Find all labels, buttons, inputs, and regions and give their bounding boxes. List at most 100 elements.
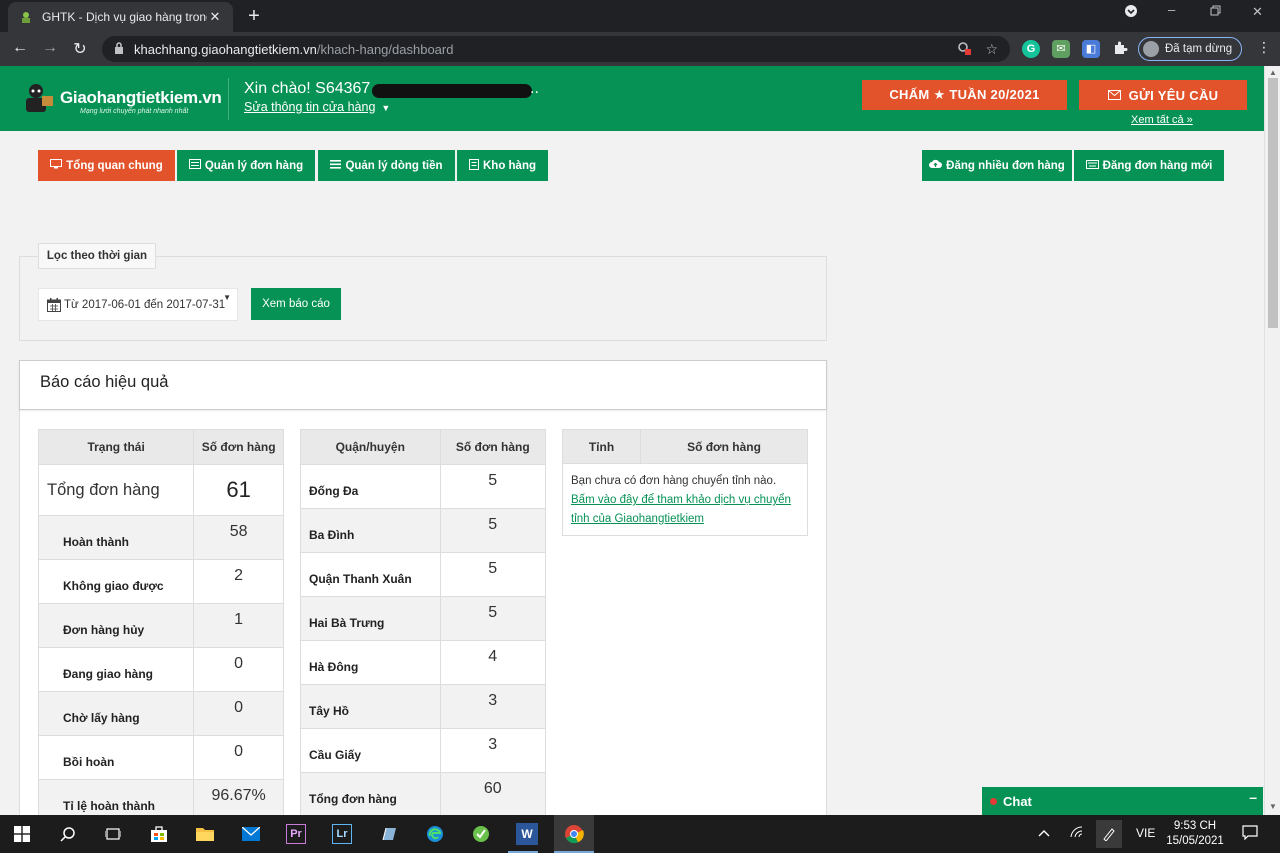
edge-browser-icon[interactable] xyxy=(424,823,446,845)
chat-minimize-icon[interactable]: – xyxy=(1249,789,1257,805)
notification-center-icon[interactable] xyxy=(1242,825,1258,843)
browser-tab[interactable]: GHTK - Dịch vụ giao hàng trong ✕ xyxy=(8,2,233,32)
url-host: khachhang.giaohangtietkiem.vn xyxy=(134,41,317,57)
district-value: 3 xyxy=(439,728,547,773)
keyboard-icon xyxy=(1085,159,1099,172)
tab-orders[interactable]: Quản lý đơn hàng xyxy=(177,150,315,181)
status-label: Đang giao hàng xyxy=(37,647,195,692)
table-row: Hoàn thành 58 xyxy=(37,515,284,560)
district-label: Quận Thanh Xuân xyxy=(300,552,441,597)
language-indicator[interactable]: VIE xyxy=(1136,826,1155,840)
mail-icon[interactable] xyxy=(240,823,262,845)
wifi-icon[interactable] xyxy=(1070,826,1084,841)
scrollbar-thumb[interactable] xyxy=(1268,78,1278,328)
edit-shop-label: Sửa thông tin cửa hàng xyxy=(244,100,376,114)
district-label: Hai Bà Trưng xyxy=(300,596,441,641)
ghtk-logo[interactable]: Giaohangtietkiem.vn Mạng lưới chuyển phá… xyxy=(20,80,222,120)
cloud-upload-icon xyxy=(929,159,943,172)
col-count-header: Số đơn hàng xyxy=(687,440,761,454)
status-value: 0 xyxy=(193,735,284,780)
new-order-button[interactable]: Đăng đơn hàng mới xyxy=(1074,150,1224,181)
tab-search-icon[interactable] xyxy=(1124,4,1138,21)
tab-warehouse[interactable]: Kho hàng xyxy=(457,150,548,181)
search-icon[interactable] xyxy=(57,823,79,845)
district-label: Tây Hồ xyxy=(300,684,441,729)
close-window-icon[interactable]: ✕ xyxy=(1252,4,1263,20)
profile-button[interactable]: Đã tạm dừng xyxy=(1138,37,1242,61)
forward-arrow-icon[interactable]: → xyxy=(40,39,60,57)
status-label: Bồi hoàn xyxy=(37,735,195,780)
tab-close-icon[interactable]: ✕ xyxy=(207,9,223,25)
chrome-taskbar-icon[interactable] xyxy=(554,815,594,853)
color-extension-icon[interactable]: ◧ xyxy=(1082,40,1100,58)
district-total-label: Tổng đơn hàng xyxy=(300,772,441,817)
table-row: Hà Đông 4 xyxy=(300,640,547,685)
lightroom-icon[interactable]: Lr xyxy=(332,824,352,844)
tab-cashflow[interactable]: Quản lý dòng tiền xyxy=(318,150,455,181)
tab-overview[interactable]: Tổng quan chung xyxy=(38,150,175,181)
brand-tagline: Mạng lưới chuyển phát nhanh nhất xyxy=(80,108,189,115)
view-report-button[interactable]: Xem báo cáo xyxy=(251,288,341,320)
table-row: Cầu Giấy 3 xyxy=(300,728,547,773)
store-icon[interactable] xyxy=(148,823,170,845)
caret-down-icon: ▼ xyxy=(223,293,231,302)
status-table: Trạng thái Số đơn hàng Tổng đơn hàng 61 … xyxy=(37,429,284,824)
tab-orders-label: Quản lý đơn hàng xyxy=(204,159,304,172)
notes-app-icon[interactable] xyxy=(378,823,400,845)
see-all-link[interactable]: Xem tất cả » xyxy=(1131,114,1193,126)
address-bar[interactable]: khachhang.giaohangtietkiem.vn/khach-hang… xyxy=(102,36,1010,62)
col-district-header: Quận/huyện xyxy=(300,429,441,465)
clock-date: 15/05/2021 xyxy=(1166,835,1224,847)
date-range-picker[interactable]: Từ 2017-06-01 đến 2017-07-31 ▼ xyxy=(38,288,238,321)
system-clock[interactable]: 9:53 CH 15/05/2021 xyxy=(1166,819,1224,849)
grammarly-extension-icon[interactable]: G xyxy=(1022,40,1040,58)
file-explorer-icon[interactable] xyxy=(194,823,216,845)
task-view-icon[interactable] xyxy=(102,823,124,845)
reload-icon[interactable]: ↻ xyxy=(70,39,90,59)
report-title: Báo cáo hiệu quả xyxy=(40,373,169,391)
chevron-up-icon[interactable] xyxy=(1038,826,1050,840)
interprovince-service-link[interactable]: Bấm vào đây để tham khảo dịch vụ chuyển … xyxy=(571,491,801,529)
page-scrollbar[interactable]: ▲ ▼ xyxy=(1264,66,1280,815)
location-blocked-icon[interactable] xyxy=(957,41,972,58)
back-arrow-icon[interactable]: ← xyxy=(10,39,30,57)
province-table-header: Tỉnh Số đơn hàng xyxy=(563,430,807,464)
extensions-puzzle-icon[interactable] xyxy=(1111,40,1129,58)
status-label: Hoàn thành xyxy=(37,515,195,560)
browser-toolbar: ← → ↻ khachhang.giaohangtietkiem.vn/khac… xyxy=(0,32,1280,66)
bulk-upload-button[interactable]: Đăng nhiều đơn hàng xyxy=(922,150,1072,181)
status-label: Đơn hàng hủy xyxy=(37,603,195,648)
bookmark-star-icon[interactable]: ☆ xyxy=(985,41,998,58)
send-request-button[interactable]: GỬI YÊU CẦU xyxy=(1079,80,1247,110)
table-row: Đống Đa 5 xyxy=(300,464,547,509)
district-label: Cầu Giấy xyxy=(300,728,441,773)
windows-start-icon[interactable] xyxy=(11,823,33,845)
scroll-down-icon[interactable]: ▼ xyxy=(1269,802,1277,811)
download-manager-icon[interactable] xyxy=(470,823,492,845)
restore-window-icon[interactable] xyxy=(1210,4,1221,19)
minimize-window-icon[interactable]: – xyxy=(1168,2,1175,17)
premiere-pro-icon[interactable]: Pr xyxy=(286,824,306,844)
col-count-header: Số đơn hàng xyxy=(439,429,547,465)
word-icon[interactable]: W xyxy=(516,823,538,845)
online-status-icon xyxy=(990,797,997,805)
site-header: Giaohangtietkiem.vn Mạng lưới chuyển phá… xyxy=(0,66,1264,131)
url-path: /khach-hang/dashboard xyxy=(316,41,454,57)
send-request-label: GỬI YÊU CẦU xyxy=(1128,87,1219,103)
scroll-up-icon[interactable]: ▲ xyxy=(1269,68,1277,77)
edit-shop-link[interactable]: Sửa thông tin cửa hàng ▼ xyxy=(244,100,390,114)
pen-icon[interactable] xyxy=(1096,820,1122,848)
district-label: Ba Đình xyxy=(300,508,441,553)
district-table: Quận/huyện Số đơn hàng Đống Đa 5 Ba Đình… xyxy=(300,429,547,817)
envelope-icon xyxy=(1107,88,1121,103)
table-row: Bồi hoàn 0 xyxy=(37,735,284,780)
status-value: 2 xyxy=(193,559,284,604)
table-row: Đang giao hàng 0 xyxy=(37,647,284,692)
date-range-value: Từ 2017-06-01 đến 2017-07-31 xyxy=(64,298,226,311)
browser-menu-icon[interactable]: ⋮ xyxy=(1254,39,1274,56)
new-tab-button[interactable]: + xyxy=(244,5,264,28)
time-filter-legend: Lọc theo thời gian xyxy=(38,243,156,269)
mail-extension-icon[interactable]: ✉ xyxy=(1052,40,1070,58)
week-rating-button[interactable]: CHẤM ★ TUẦN 20/2021 xyxy=(862,80,1067,110)
chat-widget[interactable]: Chat – xyxy=(982,787,1263,815)
